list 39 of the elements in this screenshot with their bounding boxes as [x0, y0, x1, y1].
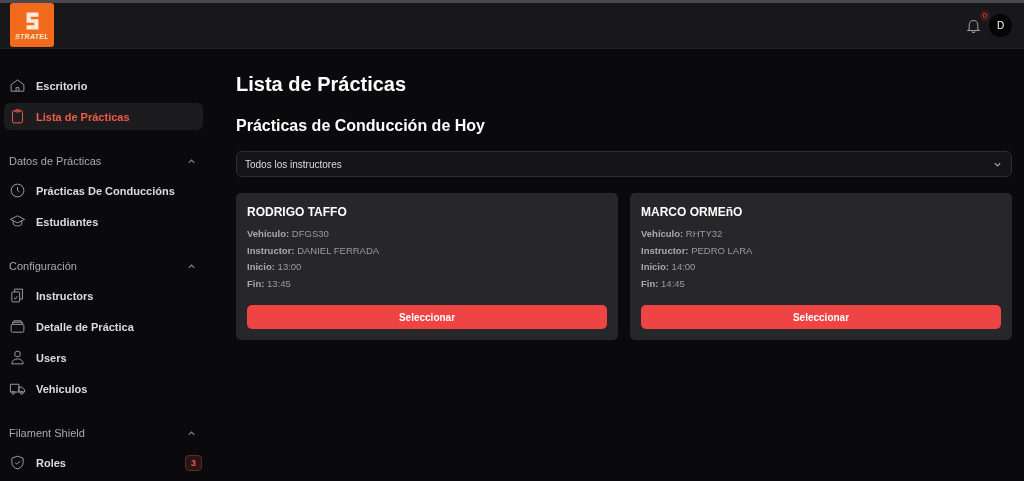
- nav-item[interactable]: Roles 3: [4, 449, 203, 476]
- practice-detail: Vehículo: DFGS30: [247, 227, 330, 241]
- select-button[interactable]: Seleccionar: [247, 305, 607, 329]
- practice-detail: Instructor: DANIEL FERRADA: [247, 243, 381, 258]
- group-heading[interactable]: Configuración: [9, 256, 197, 276]
- clock-icon: [9, 182, 26, 199]
- user-icon: [9, 349, 26, 366]
- practice-detail: Fin: 14:45: [641, 276, 686, 291]
- practice-detail: Fin: 13:45: [247, 276, 292, 291]
- graduation-cap-icon: [9, 213, 26, 230]
- nav-item[interactable]: Users: [4, 344, 203, 371]
- nav-item[interactable]: Estudiantes: [4, 208, 203, 235]
- group-heading[interactable]: Filament Shield: [9, 423, 197, 443]
- practice-detail: Inicio: 13:00: [247, 260, 303, 274]
- practice-detail: Vehículo: RHTY32: [641, 227, 724, 241]
- nav-item[interactable]: Instructors: [4, 282, 203, 309]
- nav-item[interactable]: Escritorio: [4, 72, 203, 99]
- archive-box-icon: [9, 318, 26, 335]
- nav-item[interactable]: Lista de Prácticas: [4, 103, 203, 130]
- nav-item[interactable]: Detalle de Práctica: [4, 313, 203, 340]
- section-title: Prácticas de Conducción de Hoy: [236, 117, 486, 135]
- clipboard-icon: [9, 108, 26, 125]
- student-name: MARCO ORMEñO: [641, 205, 744, 219]
- user-avatar[interactable]: D: [989, 14, 1012, 37]
- practice-detail: Instructor: PEDRO LARA: [641, 243, 754, 258]
- select-button[interactable]: Seleccionar: [641, 305, 1001, 329]
- group-heading[interactable]: Datos de Prácticas: [9, 151, 197, 171]
- home-icon: [9, 77, 26, 94]
- nav-item[interactable]: Prácticas De Conduccións: [4, 177, 203, 204]
- practice-detail: Inicio: 14:00: [641, 260, 697, 274]
- notifications-icon[interactable]: [964, 17, 982, 34]
- count-badge: 3: [185, 454, 202, 471]
- documents-icon: [9, 287, 26, 304]
- nav-item[interactable]: Vehiculos: [4, 375, 203, 402]
- student-name: RODRIGO TAFFO: [247, 205, 348, 219]
- page-title: Lista de Prácticas: [236, 73, 408, 96]
- shield-check-icon: [9, 454, 26, 471]
- instructor-select[interactable]: Todos los instructores: [236, 151, 1012, 177]
- notification-count: 0: [979, 9, 990, 21]
